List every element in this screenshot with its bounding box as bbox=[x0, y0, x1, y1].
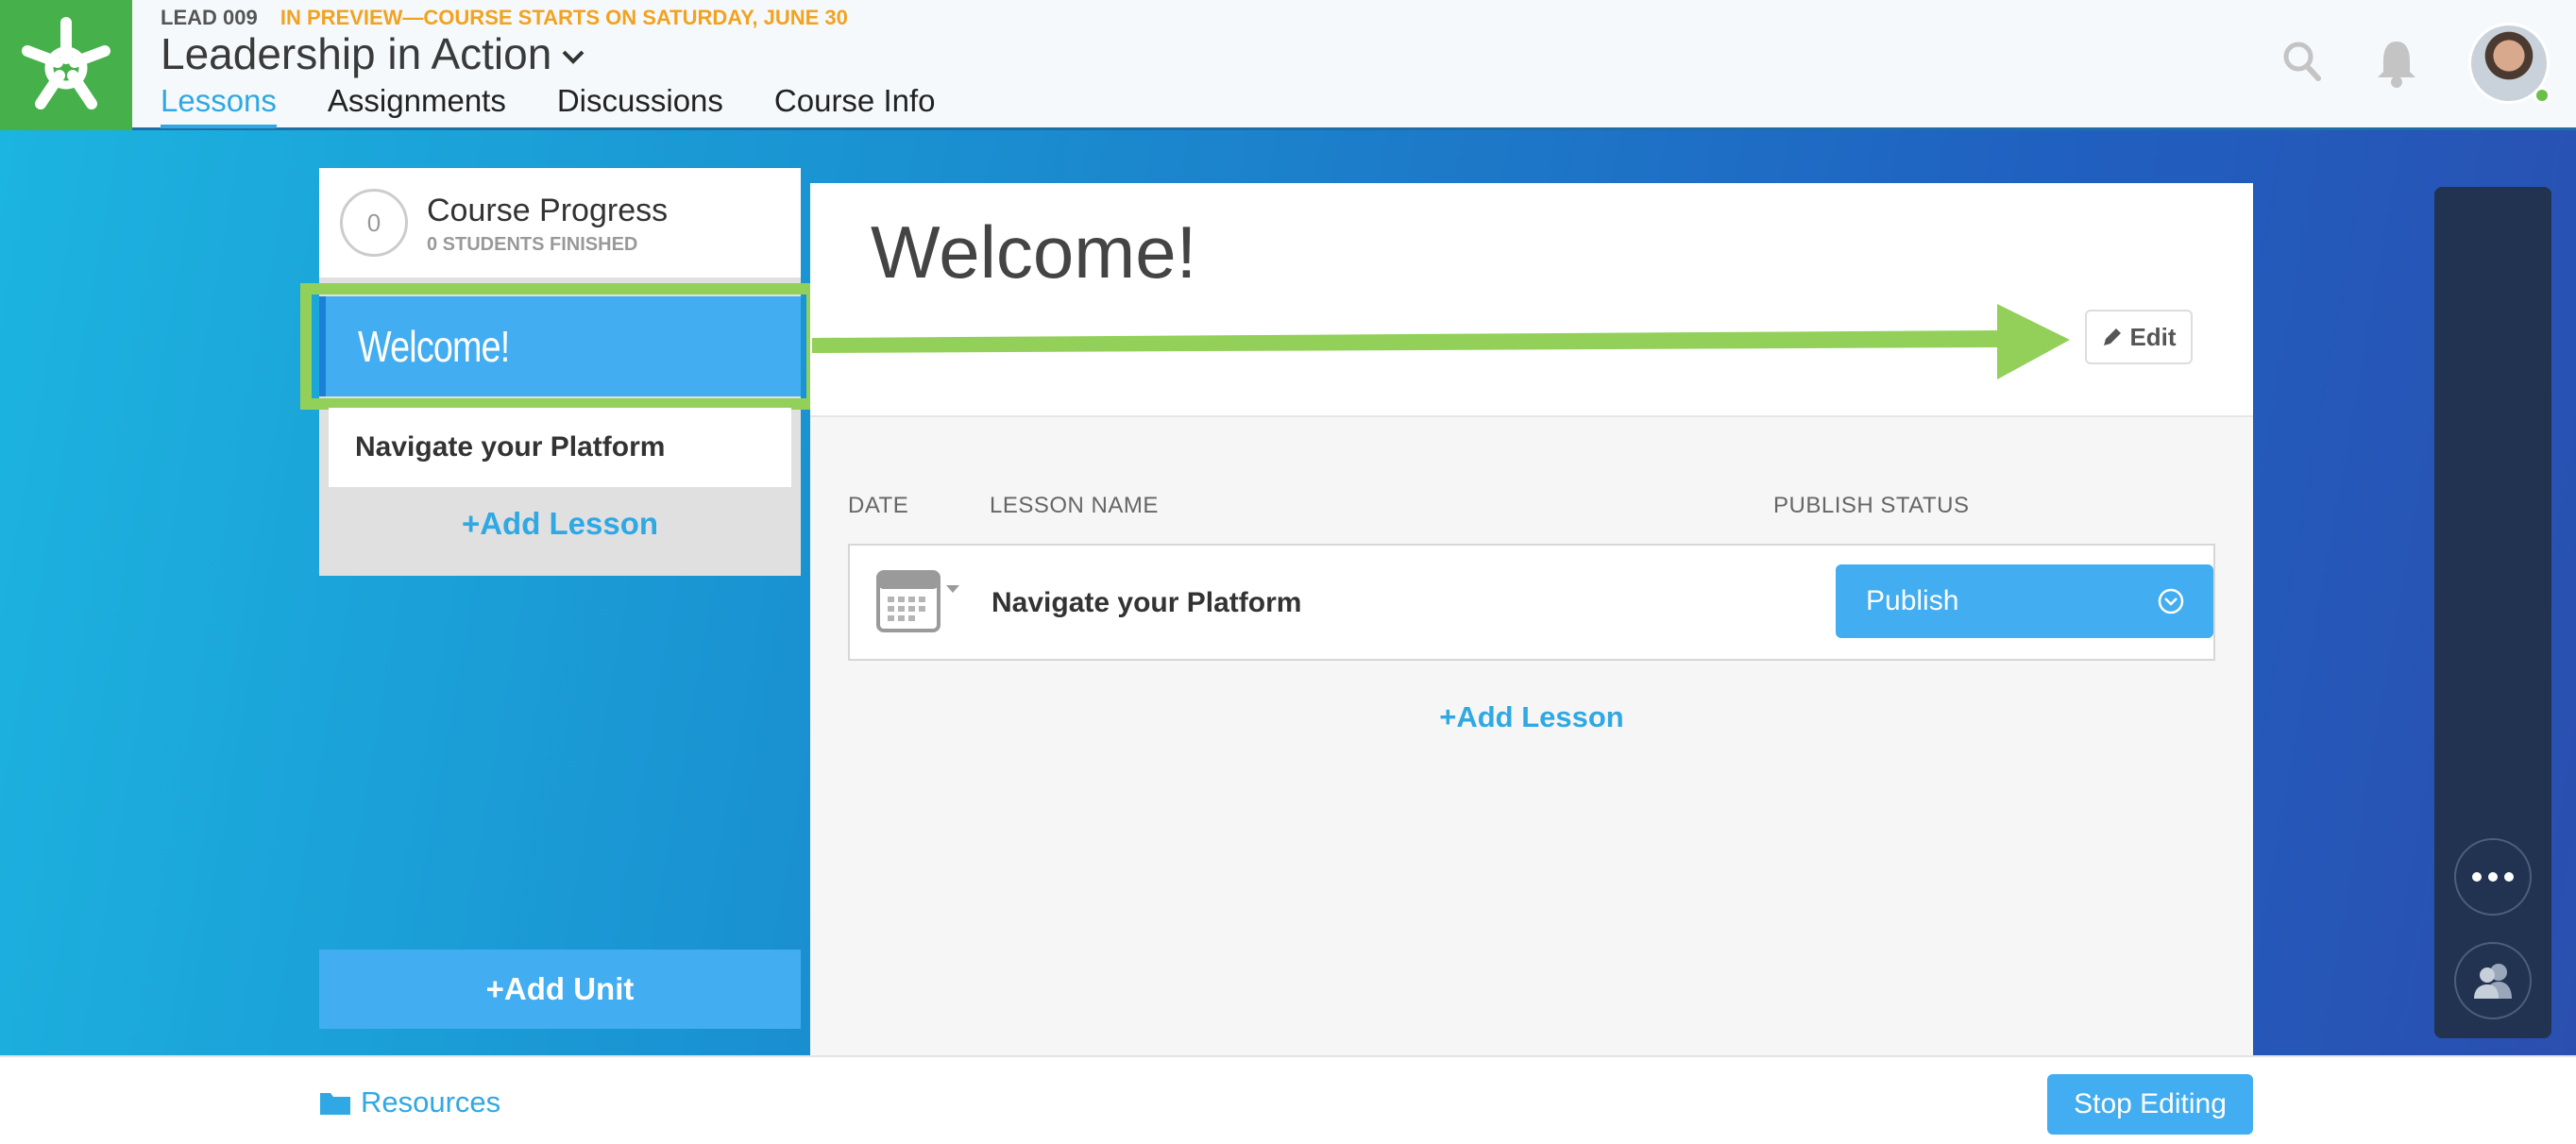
sidebar-add-lesson-button[interactable]: +Add Lesson bbox=[319, 506, 801, 542]
chevron-down-icon bbox=[562, 50, 585, 64]
footer-bar: Resources Stop Editing bbox=[0, 1055, 2576, 1144]
search-button[interactable] bbox=[2281, 38, 2323, 90]
column-header-date: DATE bbox=[848, 493, 909, 518]
add-unit-button[interactable]: +Add Unit bbox=[319, 950, 801, 1029]
more-options-button[interactable] bbox=[2454, 838, 2532, 916]
edit-button[interactable]: Edit bbox=[2085, 310, 2193, 364]
folder-icon bbox=[320, 1093, 350, 1115]
column-header-publish-status: PUBLISH STATUS bbox=[1773, 493, 1970, 518]
pencil-icon bbox=[2104, 328, 2122, 345]
bell-icon bbox=[2378, 42, 2415, 88]
content-add-lesson-button[interactable]: +Add Lesson bbox=[810, 700, 2253, 734]
right-tools-panel bbox=[2434, 187, 2551, 1038]
column-header-lesson-name: LESSON NAME bbox=[990, 493, 1159, 518]
progress-subtitle: 0 STUDENTS FINISHED bbox=[427, 234, 638, 255]
calendar-icon bbox=[876, 570, 959, 632]
top-header: LEAD 009 IN PREVIEW—COURSE STARTS ON SAT… bbox=[0, 0, 2576, 130]
resources-link[interactable]: Resources bbox=[319, 1085, 500, 1119]
publish-status-dropdown[interactable]: Publish bbox=[1836, 564, 2213, 638]
preview-notice: IN PREVIEW—COURSE STARTS ON SATURDAY, JU… bbox=[280, 6, 848, 29]
stop-editing-button[interactable]: Stop Editing bbox=[2047, 1074, 2253, 1135]
people-button[interactable] bbox=[2454, 942, 2532, 1019]
tab-lessons[interactable]: Lessons bbox=[161, 83, 277, 128]
row-lesson-name[interactable]: Navigate your Platform bbox=[991, 587, 1301, 619]
lesson-item-navigate-platform[interactable]: Navigate your Platform bbox=[329, 408, 791, 487]
edit-button-label: Edit bbox=[2129, 322, 2177, 351]
users-icon bbox=[2474, 964, 2512, 999]
course-code: LEAD 009 bbox=[161, 6, 258, 29]
tab-assignments[interactable]: Assignments bbox=[328, 83, 506, 128]
course-title-dropdown[interactable]: Leadership in Action bbox=[161, 28, 585, 79]
progress-title: Course Progress bbox=[427, 193, 669, 228]
course-meta: LEAD 009 IN PREVIEW—COURSE STARTS ON SAT… bbox=[161, 6, 848, 30]
resources-label: Resources bbox=[361, 1085, 501, 1119]
online-status-dot bbox=[2534, 87, 2551, 104]
progress-count: 0 bbox=[340, 189, 408, 257]
notifications-button[interactable] bbox=[2374, 38, 2419, 93]
table-row[interactable]: Navigate your Platform Publish bbox=[848, 544, 2215, 661]
date-picker[interactable] bbox=[876, 568, 961, 639]
asterisk-logo-icon bbox=[22, 17, 110, 109]
tab-course-info[interactable]: Course Info bbox=[774, 83, 936, 128]
annotation-arrow bbox=[812, 304, 2070, 379]
search-icon bbox=[2283, 42, 2321, 81]
lesson-table-area: DATE LESSON NAME PUBLISH STATUS Navigate… bbox=[810, 415, 2253, 1055]
annotation-highlight-box bbox=[300, 283, 818, 410]
page-title: Welcome! bbox=[871, 210, 1197, 294]
publish-status-label: Publish bbox=[1866, 585, 1959, 616]
tab-discussions[interactable]: Discussions bbox=[557, 83, 723, 128]
course-title: Leadership in Action bbox=[161, 29, 552, 78]
course-tabs: Lessons Assignments Discussions Course I… bbox=[161, 83, 987, 128]
ellipsis-icon bbox=[2472, 872, 2514, 882]
logo[interactable] bbox=[0, 0, 132, 130]
course-progress-card[interactable]: 0 Course Progress 0 STUDENTS FINISHED bbox=[319, 168, 801, 278]
chevron-circle-down-icon bbox=[2158, 588, 2184, 614]
